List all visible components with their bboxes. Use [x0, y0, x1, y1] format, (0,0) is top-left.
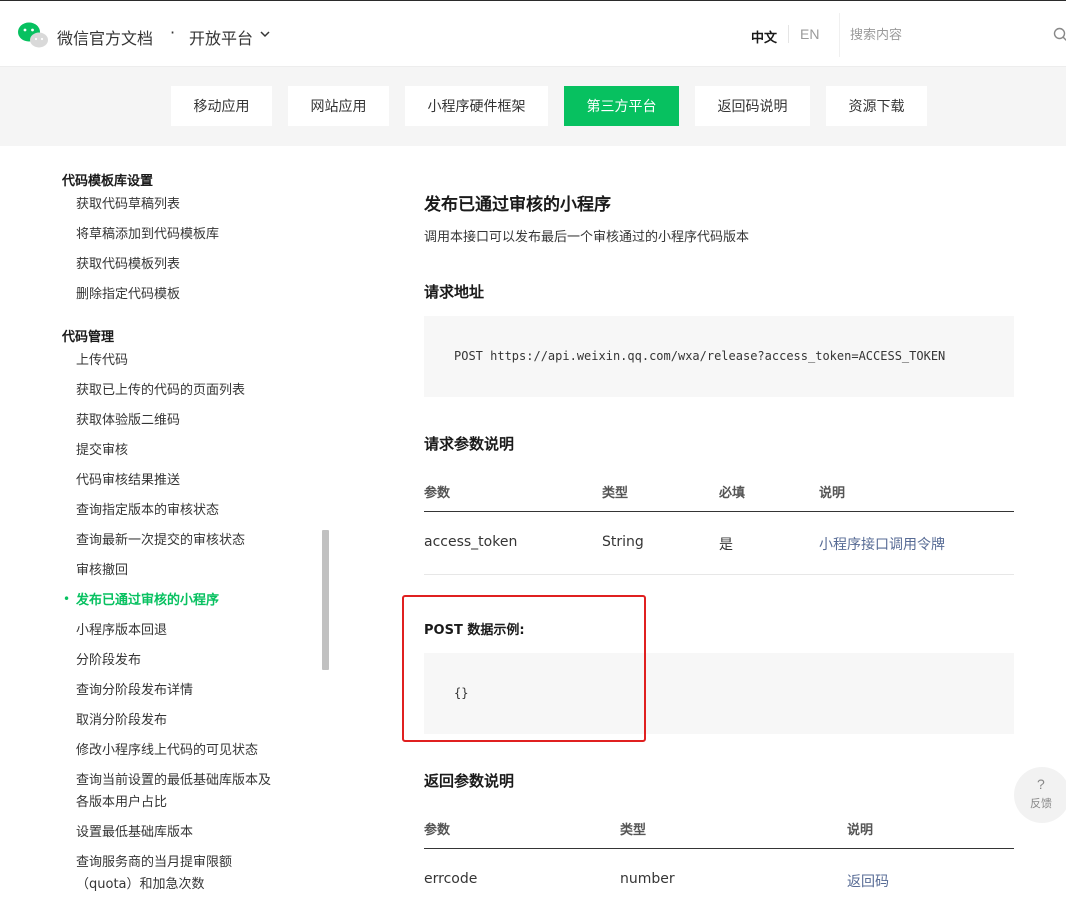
sidebar-item-active[interactable]: 发布已通过审核的小程序 — [76, 590, 219, 612]
table-row-divider — [424, 574, 1014, 575]
tab-third-party-platform[interactable]: 第三方平台 — [564, 86, 679, 126]
sidebar-item[interactable]: 查询分阶段发布详情 — [76, 680, 193, 702]
table-cell: errcode — [424, 871, 478, 887]
sidebar-item[interactable]: 修改小程序线上代码的可见状态 — [76, 740, 258, 762]
sidebar-item[interactable]: 获取代码模板列表 — [76, 254, 180, 276]
table-cell: access_token — [424, 534, 518, 550]
sidebar-item[interactable]: 删除指定代码模板 — [76, 284, 180, 306]
sidebar-item[interactable]: 分阶段发布 — [76, 650, 141, 672]
search-icon[interactable] — [1053, 27, 1066, 43]
search-input[interactable] — [850, 25, 1040, 45]
section-heading-request-params: 请求参数说明 — [424, 435, 515, 453]
table-header: 参数 — [424, 823, 451, 838]
table-header: 类型 — [620, 823, 647, 838]
page-title: 发布已通过审核的小程序 — [424, 195, 611, 215]
feedback-label: 反馈 — [1030, 797, 1052, 810]
top-header: 微信官方文档 · 开放平台 中文 EN — [0, 0, 1066, 67]
table-cell: number — [620, 871, 675, 887]
chevron-down-icon[interactable] — [259, 28, 271, 40]
active-bullet: • — [63, 592, 71, 606]
sidebar-item[interactable]: 查询最新一次提交的审核状态 — [76, 530, 245, 552]
table-header-divider — [424, 848, 1014, 849]
table-header: 参数 — [424, 486, 451, 501]
sidebar-item[interactable]: 查询服务商的当月提审限额 — [76, 852, 232, 874]
sidebar-item[interactable]: 查询当前设置的最低基础库版本及 — [76, 770, 271, 792]
wechat-logo-icon[interactable] — [17, 21, 49, 49]
highlight-annotation-box — [402, 595, 646, 742]
sidebar-item[interactable]: 取消分阶段发布 — [76, 710, 167, 732]
sidebar-item[interactable]: 获取代码草稿列表 — [76, 194, 180, 216]
sidebar-group-template-settings[interactable]: 代码模板库设置 — [62, 170, 153, 189]
sidebar-item[interactable]: 审核撤回 — [76, 560, 128, 582]
sidebar-item[interactable]: 将草稿添加到代码模板库 — [76, 224, 219, 246]
page-description: 调用本接口可以发布最后一个审核通过的小程序代码版本 — [424, 230, 750, 245]
table-header: 说明 — [847, 823, 874, 838]
search-box — [839, 13, 1066, 57]
sidebar-group-code-management[interactable]: 代码管理 — [62, 326, 114, 345]
table-header: 必填 — [719, 486, 746, 501]
tab-miniprogram-hardware[interactable]: 小程序硬件框架 — [405, 86, 548, 126]
sidebar-item[interactable]: 提交审核 — [76, 440, 128, 462]
brand-separator: · — [170, 23, 176, 42]
tab-website-app[interactable]: 网站应用 — [288, 86, 389, 126]
table-header-divider — [424, 511, 1014, 512]
lang-english[interactable]: EN — [800, 26, 819, 42]
sidebar-item[interactable]: 小程序版本回退 — [76, 620, 167, 642]
sidebar-item[interactable]: 查询指定版本的审核状态 — [76, 500, 219, 522]
feedback-button[interactable]: ? 反馈 — [1014, 767, 1066, 823]
tab-resource-download[interactable]: 资源下载 — [826, 86, 927, 126]
sidebar-item[interactable]: 获取体验版二维码 — [76, 410, 180, 432]
sidebar-item-cont[interactable]: 各版本用户占比 — [76, 792, 167, 814]
sidebar-item-cont[interactable]: （quota）和加急次数 — [76, 874, 205, 896]
table-header: 类型 — [602, 486, 629, 501]
table-cell: 是 — [719, 537, 733, 553]
question-icon: ? — [1037, 776, 1045, 792]
tab-mobile-app[interactable]: 移动应用 — [171, 86, 272, 126]
sidebar-scrollbar-thumb[interactable] — [322, 530, 329, 670]
lang-divider — [788, 25, 789, 43]
sidebar-scrollbar-track[interactable] — [322, 146, 329, 899]
tab-return-codes[interactable]: 返回码说明 — [695, 86, 810, 126]
section-heading-request-url: 请求地址 — [424, 283, 485, 301]
request-url-code-block: POST https://api.weixin.qq.com/wxa/relea… — [424, 316, 1014, 397]
access-token-doc-link[interactable]: 小程序接口调用令牌 — [819, 534, 945, 554]
brand-title[interactable]: 微信官方文档 — [57, 25, 153, 49]
request-url-code: POST https://api.weixin.qq.com/wxa/relea… — [454, 349, 946, 363]
sidebar-item[interactable]: 获取已上传的代码的页面列表 — [76, 380, 245, 402]
section-heading-return-params: 返回参数说明 — [424, 772, 515, 790]
sidebar-item[interactable]: 上传代码 — [76, 350, 128, 372]
sidebar-item[interactable]: 代码审核结果推送 — [76, 470, 180, 492]
platform-selector[interactable]: 开放平台 — [189, 25, 253, 49]
table-header: 说明 — [819, 486, 846, 501]
sidebar-item[interactable]: 设置最低基础库版本 — [76, 822, 193, 844]
lang-chinese[interactable]: 中文 — [751, 27, 777, 46]
return-code-link[interactable]: 返回码 — [847, 871, 889, 891]
doc-sidebar: 代码模板库设置 获取代码草稿列表 将草稿添加到代码模板库 获取代码模板列表 删除… — [0, 146, 322, 899]
table-cell: String — [602, 534, 644, 550]
category-tabbar: 移动应用 网站应用 小程序硬件框架 第三方平台 返回码说明 资源下载 — [0, 67, 1066, 146]
